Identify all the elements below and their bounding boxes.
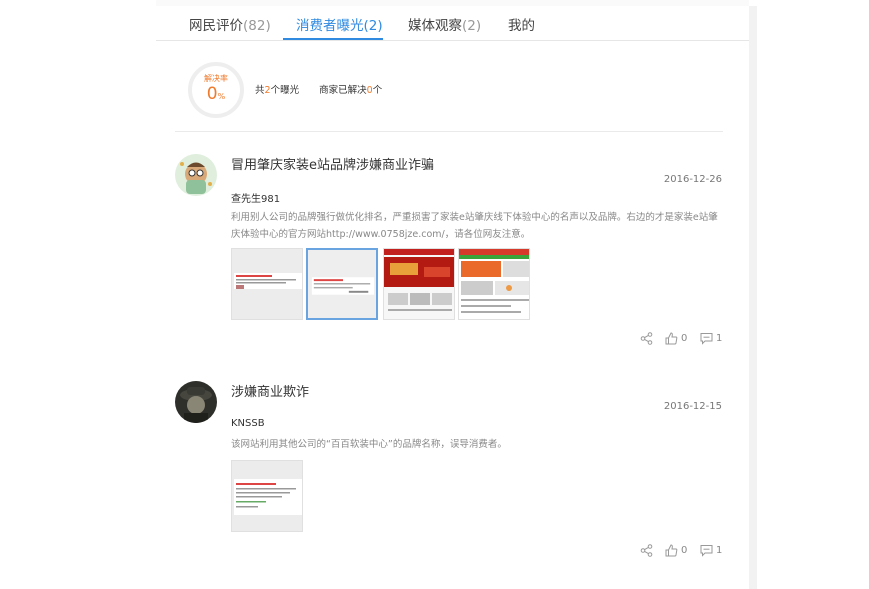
post-author[interactable]: KNSSB [231,418,265,429]
resolved-prefix: 商家已解决 [319,85,367,96]
tab-consumer-exposure[interactable]: 消费者曝光(2) [296,14,383,34]
post-image-thumbnail[interactable] [231,460,303,532]
post-body: 利用别人公司的品牌强行做优化排名，严重损害了家装e站肇庆线下体验中心的名声以及品… [231,212,718,240]
comment-icon [700,545,713,557]
resolution-rate-unit: % [217,92,226,101]
divider [175,131,723,132]
tab-label: 媒体观察 [408,18,462,34]
tab-mine[interactable]: 我的 [508,14,535,34]
post-body: 该网站利用其他公司的“百百软装中心”的品牌名称，误导消费者。 [231,439,507,450]
comment-button[interactable]: 1 [700,544,722,557]
share-button[interactable] [640,544,653,557]
active-tab-indicator [283,38,383,40]
avatar[interactable] [175,381,217,423]
post-image-thumbnail[interactable] [306,248,378,320]
tab-count: (82) [243,18,271,34]
thumbs-up-icon [665,544,678,557]
tab-label: 我的 [508,18,535,34]
post-date: 2016-12-26 [663,174,722,185]
post-actions: 0 1 [640,544,722,560]
resolution-rate-label: 解决率 [204,74,228,83]
post-actions: 0 1 [640,332,722,348]
share-icon [640,544,653,557]
like-count: 0 [681,333,688,344]
comment-count: 1 [716,545,723,556]
post-image-thumbnail[interactable] [231,248,303,320]
post-title[interactable]: 冒用肇庆家装e站品牌涉嫌商业诈骗 [231,154,434,173]
like-button[interactable]: 0 [665,332,687,345]
exposure-summary: 共2个曝光 商家已解决0个 [255,82,382,96]
comment-count: 1 [716,333,723,344]
resolved-suffix: 个 [372,85,383,96]
like-count: 0 [681,545,688,556]
tab-label: 消费者曝光 [296,18,364,34]
post-title[interactable]: 涉嫌商业欺诈 [231,381,309,400]
tab-media-observation[interactable]: 媒体观察(2) [408,14,481,34]
resolution-rate-number: 0 [206,84,218,104]
tab-bar: 网民评价(82) 消费者曝光(2) 媒体观察(2) 我的 [156,6,749,41]
thumbs-up-icon [665,332,678,345]
post-image-thumbnail[interactable] [383,248,455,320]
tab-label: 网民评价 [189,18,243,34]
comment-button[interactable]: 1 [700,332,722,345]
post-author[interactable]: 查先生981 [231,190,280,205]
post-date: 2016-12-15 [663,401,722,412]
tab-count: (2) [462,18,482,34]
share-button[interactable] [640,332,653,345]
total-suffix: 个曝光 [270,85,300,96]
scrollbar-track[interactable] [749,6,757,589]
like-button[interactable]: 0 [665,544,687,557]
comment-icon [700,333,713,345]
share-icon [640,332,653,345]
resolution-rate-badge: 解决率 0% [188,62,244,118]
avatar[interactable] [175,154,217,196]
tab-netizen-reviews[interactable]: 网民评价(82) [189,14,271,34]
resolution-rate-value: 0% [192,84,240,107]
total-prefix: 共 [255,85,265,96]
post-image-thumbnail[interactable] [458,248,530,320]
tab-count: (2) [363,18,383,34]
